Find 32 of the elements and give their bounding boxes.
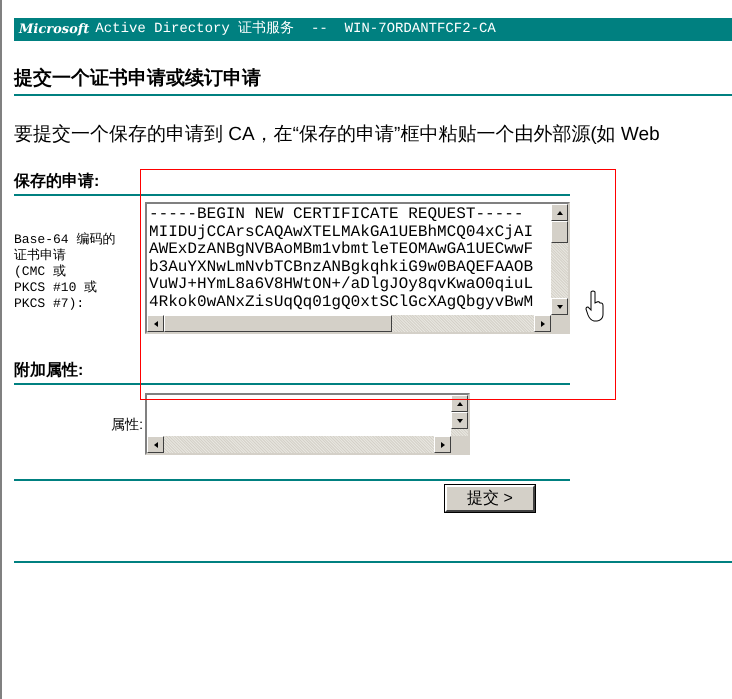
scroll-right-button[interactable] bbox=[434, 436, 451, 453]
header-title: Active Directory 证书服务 -- WIN-7ORDANTFCF2-CA bbox=[95, 20, 496, 39]
attributes-field[interactable] bbox=[145, 393, 470, 455]
field-label: PKCS #7): bbox=[14, 296, 84, 311]
vertical-scrollbar[interactable] bbox=[451, 395, 468, 436]
scroll-left-button[interactable] bbox=[147, 315, 164, 332]
horizontal-scrollbar[interactable] bbox=[147, 436, 451, 453]
field-label: 属性: bbox=[111, 414, 143, 434]
field-label: (CMC 或 bbox=[14, 264, 66, 279]
request-field[interactable]: -----BEGIN NEW CERTIFICATE REQUEST----- MIIDUjCCArsCAQAwXTELMAkGA1UEBhMCQ04xCjAI AWExDzANBgNVBAoMBm1vbmtleTEOMAwGA1UECwwF b3AuYXNwLmNvbTCBnzANBgkqhkiG9w0BAQEFAAOB VuWJ+HYmL8a6V8HWtON+/aDlgJOy8qvKwaO0qiuL 4Rkok0wANxZisUqQq01gQ0xtSClGcXAgQbgyvBwM bbox=[145, 202, 570, 334]
scroll-up-button[interactable] bbox=[551, 204, 568, 221]
scroll-thumb[interactable] bbox=[164, 315, 392, 332]
hand-cursor-icon bbox=[585, 290, 605, 322]
page-title: 提交一个证书申请或续订申请 bbox=[14, 68, 261, 89]
brand-name: Microsoft bbox=[19, 20, 90, 39]
submit-button[interactable]: 提交 > bbox=[445, 485, 535, 512]
scroll-down-button[interactable] bbox=[451, 412, 468, 429]
field-label: PKCS #10 或 bbox=[14, 280, 98, 295]
scroll-thumb[interactable] bbox=[551, 221, 568, 243]
scroll-left-button[interactable] bbox=[147, 436, 164, 453]
vertical-scrollbar[interactable] bbox=[551, 204, 568, 315]
field-label: Base-64 编码的 bbox=[14, 232, 116, 247]
horizontal-scrollbar[interactable] bbox=[147, 315, 551, 332]
section-heading: 附加属性: bbox=[14, 362, 84, 379]
section-heading: 保存的申请: bbox=[14, 173, 100, 190]
scroll-right-button[interactable] bbox=[534, 315, 551, 332]
scroll-down-button[interactable] bbox=[551, 298, 568, 315]
scroll-up-button[interactable] bbox=[451, 395, 468, 412]
field-label: 证书申请 bbox=[14, 248, 66, 263]
scrollbar-corner bbox=[551, 315, 568, 332]
intro-text: 要提交一个保存的申请到 CA，在“保存的申请”框中粘贴一个由外部源(如 Web bbox=[14, 124, 660, 145]
scrollbar-corner bbox=[451, 436, 468, 453]
